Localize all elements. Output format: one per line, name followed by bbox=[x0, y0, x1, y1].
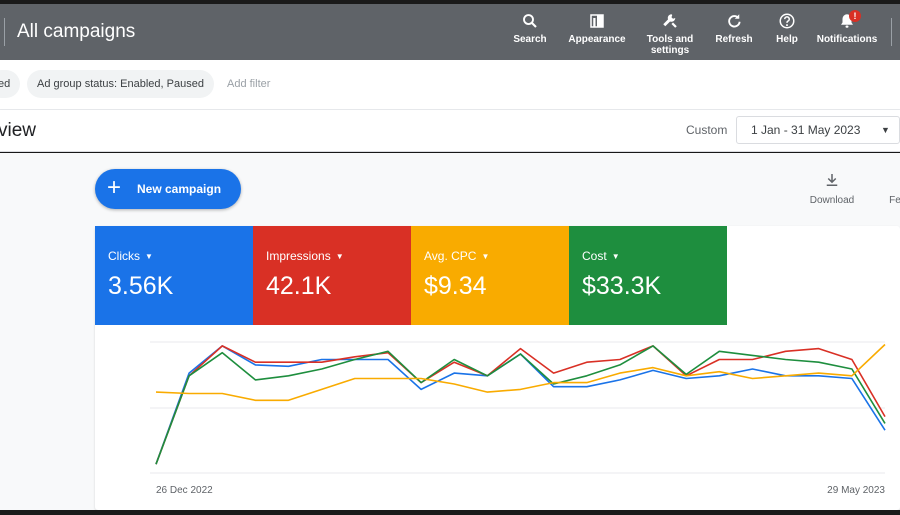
download-button[interactable]: Download bbox=[806, 171, 858, 206]
metric-label: Cost ▼ bbox=[582, 249, 727, 265]
metric-label-text: Impressions bbox=[266, 249, 331, 263]
tools-and-settings-label: Tools and settings bbox=[646, 34, 694, 56]
date-range-value: 1 Jan - 31 May 2023 bbox=[751, 123, 861, 137]
series-line-1 bbox=[155, 345, 886, 465]
search-label: Search bbox=[513, 34, 547, 45]
caret-down-icon: ▼ bbox=[481, 252, 490, 261]
series-line-3 bbox=[155, 343, 886, 402]
x-tick-label-end: 29 May 2023 bbox=[827, 485, 885, 496]
help-label: Help bbox=[776, 34, 798, 45]
divider bbox=[891, 18, 892, 46]
metric-value: 42.1K bbox=[266, 272, 332, 300]
search-icon bbox=[523, 14, 537, 28]
metric-label-text: Cost bbox=[582, 249, 607, 263]
metric-clicks[interactable]: Clicks ▼ 3.56K bbox=[95, 226, 253, 325]
x-tick-label-start: 26 Dec 2022 bbox=[156, 485, 213, 496]
add-filter-link[interactable]: Add filter bbox=[227, 70, 270, 98]
metric-impressions[interactable]: Impressions ▼ 42.1K bbox=[253, 226, 411, 325]
appearance-icon bbox=[590, 14, 604, 28]
performance-line-chart: 26 Dec 2022 29 May 2023 bbox=[150, 341, 886, 496]
date-range-select[interactable]: 1 Jan - 31 May 2023 ▼ bbox=[736, 116, 900, 144]
caret-down-icon: ▼ bbox=[611, 252, 620, 261]
overview-bar: view Custom 1 Jan - 31 May 2023 ▼ bbox=[0, 110, 900, 152]
filter-chip-status[interactable]: ed bbox=[0, 70, 21, 98]
date-range-label: Custom bbox=[686, 123, 728, 137]
search-button[interactable]: Search bbox=[510, 10, 550, 60]
appearance-button[interactable]: Appearance bbox=[564, 10, 630, 60]
new-campaign-button[interactable]: + New campaign bbox=[95, 169, 241, 209]
filter-chip-ad-group-status[interactable]: Ad group status: Enabled, Paused bbox=[27, 70, 214, 98]
notifications-button[interactable]: ! Notifications bbox=[814, 10, 880, 60]
new-campaign-label: New campaign bbox=[137, 182, 222, 196]
plus-icon: + bbox=[107, 174, 122, 201]
metric-avg-cpc[interactable]: Avg. CPC ▼ $9.34 bbox=[411, 226, 569, 325]
metric-value: 3.56K bbox=[108, 272, 174, 300]
caret-down-icon: ▼ bbox=[335, 252, 344, 261]
caret-down-icon: ▼ bbox=[145, 252, 153, 261]
metric-label-text: Avg. CPC bbox=[424, 249, 477, 263]
metric-label: Impressions ▼ bbox=[266, 249, 411, 265]
series-line-0 bbox=[155, 345, 886, 465]
frame-edge bbox=[0, 510, 900, 515]
top-bar: All campaigns Search Appearance Tools an… bbox=[0, 4, 900, 60]
metric-cost[interactable]: Cost ▼ $33.3K bbox=[569, 226, 727, 325]
dropdown-arrow-icon: ▼ bbox=[881, 125, 890, 135]
download-icon bbox=[826, 174, 838, 186]
overview-title: view bbox=[0, 120, 37, 141]
notifications-label: Notifications bbox=[816, 34, 878, 45]
metric-label: Avg. CPC ▼ bbox=[424, 249, 569, 265]
refresh-icon bbox=[728, 14, 741, 28]
help-icon bbox=[779, 13, 795, 29]
performance-card: Clicks ▼ 3.56K Impressions ▼ 42.1K Avg. CP… bbox=[95, 226, 900, 510]
download-label: Download bbox=[809, 195, 855, 206]
metric-value: $33.3K bbox=[582, 272, 662, 300]
notification-badge: ! bbox=[849, 10, 861, 22]
metric-label-text: Clicks bbox=[108, 249, 140, 263]
feedback-button[interactable]: Fe bbox=[888, 171, 900, 206]
feedback-label: Fe bbox=[889, 195, 900, 206]
page-title: All campaigns bbox=[17, 21, 136, 42]
wrench-icon bbox=[663, 14, 677, 28]
series-line-2 bbox=[155, 345, 886, 465]
refresh-button[interactable]: Refresh bbox=[712, 10, 756, 60]
metric-value: $9.34 bbox=[424, 272, 487, 300]
series-layer bbox=[155, 343, 886, 465]
filter-bar: ed Ad group status: Enabled, Paused Add … bbox=[0, 60, 900, 110]
metric-label: Clicks ▼ bbox=[108, 249, 253, 265]
tools-and-settings-button[interactable]: Tools and settings bbox=[640, 10, 700, 60]
appearance-label: Appearance bbox=[568, 34, 626, 45]
divider bbox=[4, 18, 5, 46]
help-button[interactable]: Help bbox=[770, 10, 804, 60]
main-content: + New campaign Download Fe Clicks ▼ 3.56K… bbox=[0, 153, 900, 510]
feedback-icon bbox=[888, 171, 900, 189]
refresh-label: Refresh bbox=[715, 34, 753, 45]
